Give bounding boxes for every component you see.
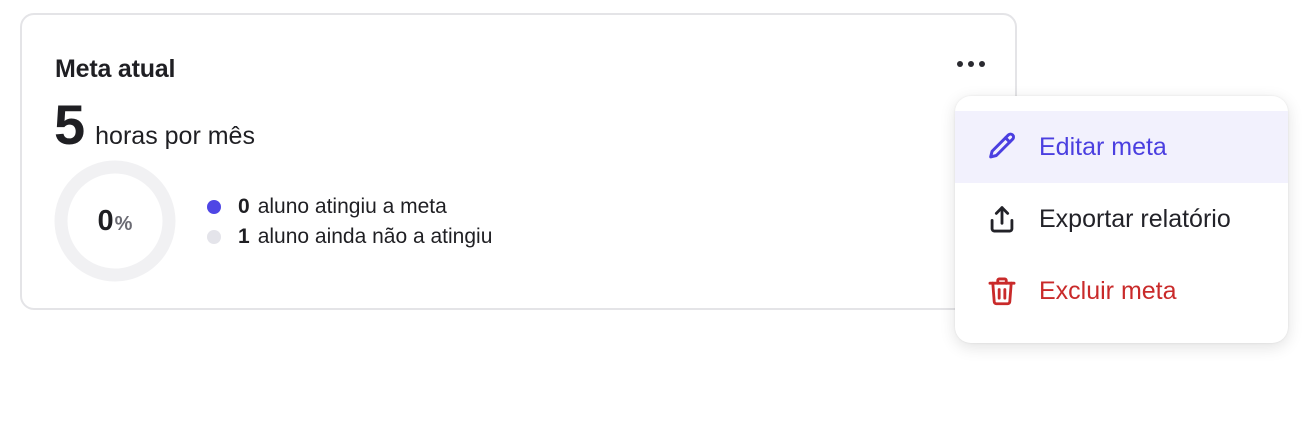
goal-summary: 5 horas por mês <box>54 97 255 153</box>
legend-dot-icon <box>207 230 221 244</box>
legend-item-not-reached: 1 aluno ainda não a atingiu <box>207 222 492 252</box>
more-dot-icon <box>957 61 963 67</box>
card-title: Meta atual <box>55 55 176 83</box>
progress-label: 0 % <box>54 160 176 282</box>
menu-item-label: Excluir meta <box>1039 276 1177 305</box>
goal-unit: horas por mês <box>95 122 255 150</box>
legend-text: aluno ainda não a atingiu <box>257 225 493 248</box>
legend-count: 0 <box>238 195 250 218</box>
trash-icon <box>985 274 1019 308</box>
export-icon <box>985 202 1019 236</box>
menu-item-export-report[interactable]: Exportar relatório <box>955 183 1288 255</box>
legend-count: 1 <box>238 225 250 248</box>
menu-item-edit-goal[interactable]: Editar meta <box>955 111 1288 183</box>
menu-item-delete-goal[interactable]: Excluir meta <box>955 255 1288 327</box>
legend-item-reached: 0 aluno atingiu a meta <box>207 192 492 222</box>
options-menu: Editar meta Exportar relatório Excluir m… <box>955 96 1288 343</box>
legend-text: aluno atingiu a meta <box>257 195 447 218</box>
goal-value: 5 <box>54 93 86 156</box>
progress-legend: 0 aluno atingiu a meta 1 aluno ainda não… <box>207 192 492 252</box>
more-dot-icon <box>968 61 974 67</box>
pencil-icon <box>985 130 1019 164</box>
menu-item-label: Exportar relatório <box>1039 204 1231 233</box>
legend-dot-icon <box>207 200 221 214</box>
progress-value: 0 <box>97 204 114 237</box>
progress-percent-sign: % <box>114 212 133 235</box>
progress-ring: 0 % <box>54 160 176 282</box>
more-dot-icon <box>979 61 985 67</box>
menu-item-label: Editar meta <box>1039 132 1167 161</box>
goal-card: Meta atual 5 horas por mês 0 % 0 aluno a… <box>20 13 1017 310</box>
more-options-button[interactable] <box>950 51 992 77</box>
